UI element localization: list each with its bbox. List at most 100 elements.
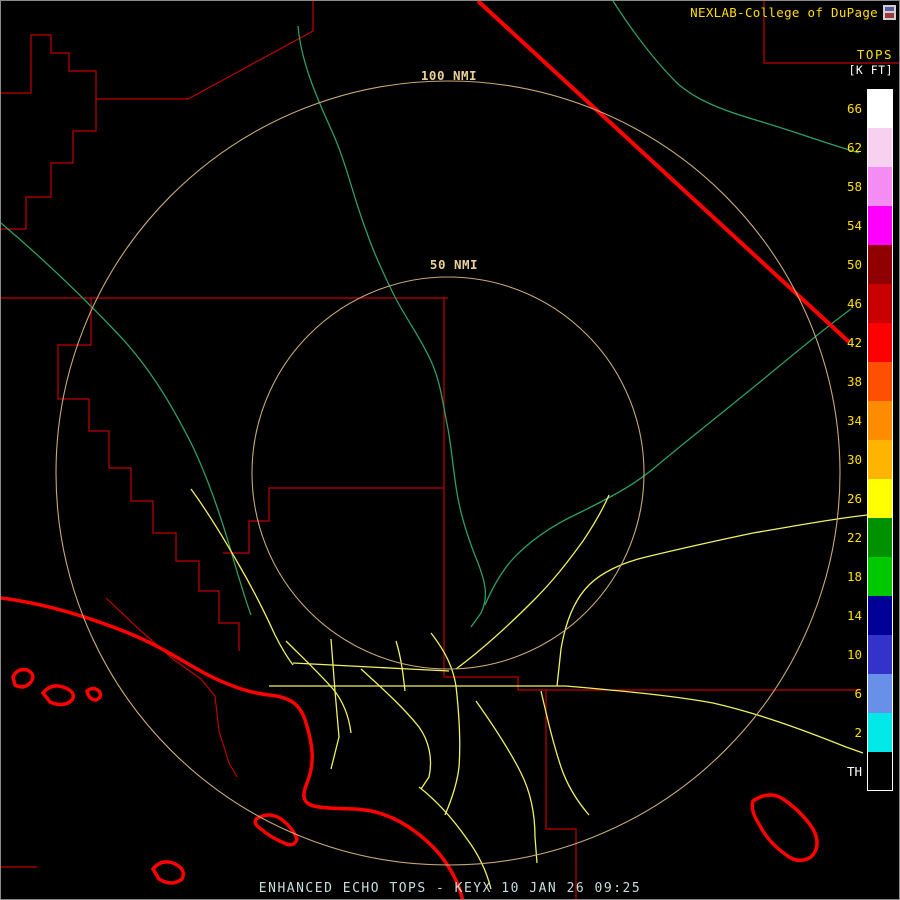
- legend-row: 6: [836, 674, 893, 713]
- legend-tick-label: 50: [836, 257, 862, 272]
- range-ring-100nmi: [56, 81, 840, 865]
- legend-row: 2: [836, 713, 893, 752]
- island: [752, 795, 817, 860]
- river: [298, 26, 485, 627]
- legend-tick-label: 34: [836, 413, 862, 428]
- legend-title: TOPS: [848, 47, 893, 63]
- river: [1, 223, 251, 615]
- legend-tick-label: 30: [836, 452, 862, 467]
- county-line: [546, 690, 576, 900]
- county-line: [444, 677, 861, 690]
- legend-color-swatch: [867, 401, 893, 440]
- legend-row: 10: [836, 635, 893, 674]
- cod-logo-icon: [883, 5, 896, 20]
- legend-row: 30: [836, 440, 893, 479]
- legend-tick-label: 46: [836, 296, 862, 311]
- coast-line: [1, 598, 463, 900]
- legend-tick-label: 14: [836, 608, 862, 623]
- legend-row: 58: [836, 167, 893, 206]
- legend-color-swatch: [867, 596, 893, 635]
- legend-header: TOPS [K FT]: [848, 47, 893, 78]
- highway: [445, 686, 460, 815]
- legend-tick-label: 66: [836, 101, 862, 116]
- legend-tick-label: TH: [836, 764, 862, 779]
- legend-tick-label: 38: [836, 374, 862, 389]
- highway: [476, 701, 537, 863]
- county-line: [1, 99, 96, 229]
- legend-row: 22: [836, 518, 893, 557]
- legend-color-swatch: [867, 635, 893, 674]
- legend-row: 42: [836, 323, 893, 362]
- island: [153, 862, 183, 883]
- legend-row: 50: [836, 245, 893, 284]
- legend-color-swatch: [867, 752, 893, 791]
- highway: [331, 639, 339, 769]
- river-lines: [1, 1, 859, 627]
- legend-tick-label: 54: [836, 218, 862, 233]
- island: [13, 670, 33, 687]
- legend-tick-label: 10: [836, 647, 862, 662]
- county-line: [223, 488, 444, 553]
- legend-tick-label: 62: [836, 140, 862, 155]
- legend-row: 54: [836, 206, 893, 245]
- highway: [286, 641, 351, 733]
- radar-map: 100 NMI 50 NMI: [1, 1, 900, 900]
- legend-color-swatch: [867, 362, 893, 401]
- legend-color-swatch: [867, 206, 893, 245]
- legend-row: 18: [836, 557, 893, 596]
- county-lines: [1, 1, 900, 900]
- legend-color-swatch: [867, 518, 893, 557]
- legend-tick-label: 18: [836, 569, 862, 584]
- legend-units: [K FT]: [848, 63, 893, 78]
- highway: [456, 495, 609, 669]
- highway: [557, 515, 867, 686]
- legend-row: 46: [836, 284, 893, 323]
- legend-color-swatch: [867, 440, 893, 479]
- island: [87, 689, 100, 701]
- legend-tick-label: 42: [836, 335, 862, 350]
- island: [43, 686, 73, 705]
- brand: NEXLAB-College of DuPage: [690, 5, 896, 20]
- legend-color-swatch: [867, 284, 893, 323]
- state-boundary: [478, 1, 849, 342]
- highway: [396, 641, 405, 691]
- legend-row: 38: [836, 362, 893, 401]
- highway: [566, 686, 863, 753]
- radar-display: 100 NMI 50 NMI NEXLAB-College of DuPage …: [0, 0, 900, 900]
- legend-tick-label: 26: [836, 491, 862, 506]
- legend-color-swatch: [867, 479, 893, 518]
- legend-row: 34: [836, 401, 893, 440]
- legend-color-swatch: [867, 557, 893, 596]
- ring-label-50nmi: 50 NMI: [430, 257, 478, 272]
- ring-label-100nmi: 100 NMI: [421, 68, 477, 83]
- river: [485, 309, 851, 605]
- legend-color-swatch: [867, 713, 893, 752]
- coastline: [1, 598, 817, 900]
- county-line: [1, 1, 313, 99]
- legend-row: 26: [836, 479, 893, 518]
- highway: [191, 489, 293, 665]
- legend-color-swatch: [867, 323, 893, 362]
- highway: [293, 663, 449, 671]
- legend-tick-label: 6: [836, 686, 862, 701]
- range-ring-50nmi: [252, 277, 644, 669]
- legend-color-swatch: [867, 245, 893, 284]
- legend-tick-label: 58: [836, 179, 862, 194]
- brand-text: NEXLAB-College of DuPage: [690, 5, 878, 20]
- range-rings: [56, 81, 840, 865]
- legend-tick-label: 2: [836, 725, 862, 740]
- highway: [541, 691, 589, 815]
- legend-tick-label: 22: [836, 530, 862, 545]
- legend-row: TH: [836, 752, 893, 791]
- bottom-caption: ENHANCED ECHO TOPS - KEYX 10 JAN 26 09:2…: [1, 881, 899, 896]
- legend-row: 14: [836, 596, 893, 635]
- legend-row: 66: [836, 89, 893, 128]
- state-line: [478, 1, 849, 342]
- legend-color-swatch: [867, 674, 893, 713]
- legend-scale: 66625854504642383430262218141062TH: [836, 89, 893, 791]
- legend-color-swatch: [867, 89, 893, 128]
- river: [613, 1, 859, 153]
- legend-row: 62: [836, 128, 893, 167]
- island: [255, 815, 297, 845]
- legend-color-swatch: [867, 128, 893, 167]
